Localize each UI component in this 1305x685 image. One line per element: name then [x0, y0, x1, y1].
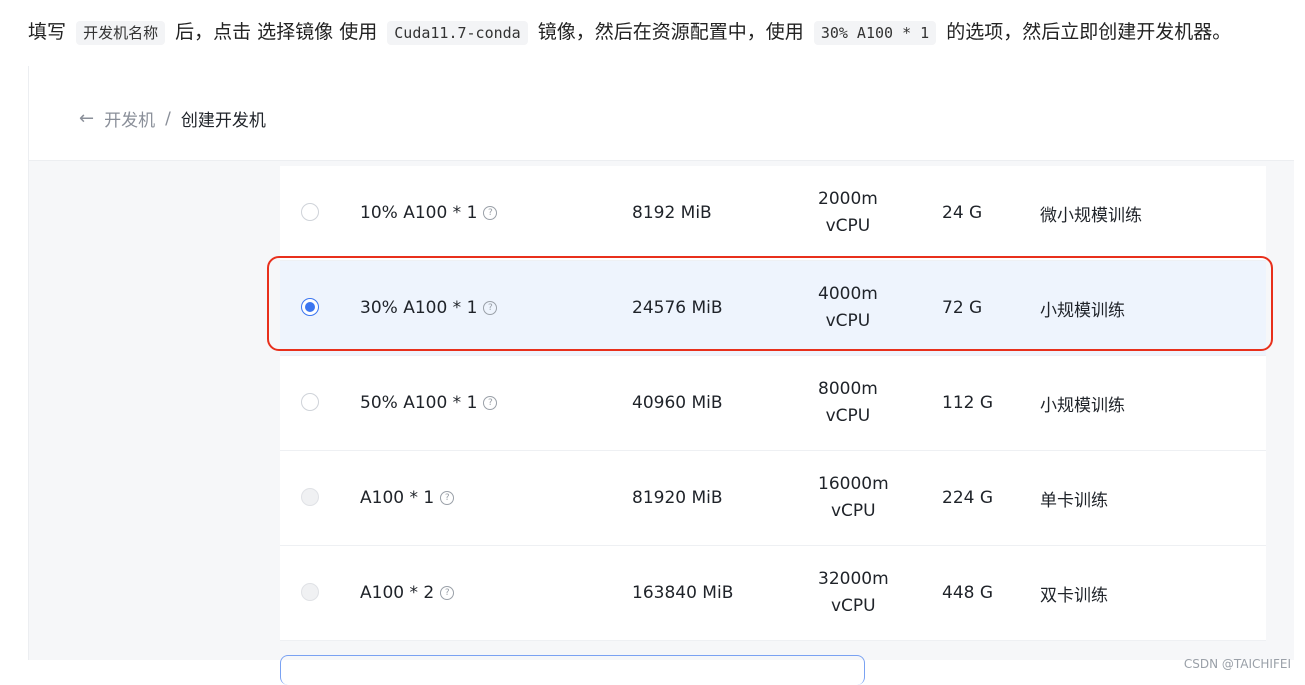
instruction-part-4: 的选项，然后立即创建开发机器。 [946, 21, 1232, 43]
spec-memory: 163840 MiB [632, 583, 734, 603]
next-field-edge[interactable] [280, 655, 865, 685]
help-icon[interactable]: ? [440, 491, 455, 505]
spec-name-cell: 10% A100 * 1 ? [360, 166, 498, 260]
watermark: CSDN @TAICHIFEI [1183, 657, 1291, 671]
spec-radio-disabled [301, 583, 319, 601]
spec-row[interactable]: 50% A100 * 1 ? 40960 MiB 8000m vCPU 112 … [280, 356, 1266, 451]
spec-cpu-value: 16000m [818, 474, 889, 494]
spec-disk: 112 G [942, 393, 994, 413]
help-icon[interactable]: ? [483, 396, 498, 410]
instruction-part-1: 填写 [28, 21, 67, 43]
spec-name-cell: 50% A100 * 1 ? [360, 356, 498, 450]
breadcrumb-parent-link[interactable]: 开发机 [104, 106, 155, 131]
instruction-text: 填写 开发机名称 后，点击 选择镜像 使用 Cuda11.7-conda 镜像，… [28, 14, 1298, 51]
spec-usage: 单卡训练 [1040, 490, 1108, 511]
spec-name: A100 * 1 [360, 488, 435, 508]
spec-cpu-value: 32000m [818, 569, 889, 589]
spec-disk: 24 G [942, 203, 983, 223]
spec-name: A100 * 2 [360, 583, 435, 603]
spec-cpu-unit: vCPU [825, 216, 871, 236]
instruction-code-devmachine-name: 开发机名称 [76, 21, 166, 45]
spec-radio-disabled [301, 488, 319, 506]
spec-cpu-cell: 8000m vCPU [818, 356, 878, 450]
breadcrumb-current: 创建开发机 [180, 111, 266, 131]
spec-disk: 224 G [942, 488, 994, 508]
instruction-code-resource: 30% A100 * 1 [813, 21, 937, 45]
spec-row-disabled: A100 * 2 ? 163840 MiB 32000m vCPU 448 G … [280, 546, 1266, 641]
breadcrumb: ← 开发机 / 创建开发机 [79, 106, 266, 131]
spec-cpu-unit: vCPU [831, 596, 876, 616]
instruction-part-2: 后，点击 选择镜像 使用 [175, 21, 378, 43]
spec-cpu-unit: vCPU [831, 501, 876, 521]
annotation-highlight-box [267, 256, 1273, 351]
help-icon[interactable]: ? [440, 586, 455, 600]
spec-usage: 小规模训练 [1040, 395, 1125, 416]
spec-cpu-value: 2000m [818, 189, 878, 209]
spec-cpu-cell: 16000m vCPU [818, 451, 889, 545]
spec-cpu-value: 8000m [818, 379, 878, 399]
resource-spec-table: 10% A100 * 1 ? 8192 MiB 2000m vCPU 24 G … [280, 166, 1266, 641]
spec-cpu-cell: 2000m vCPU [818, 166, 878, 260]
spec-name-cell: A100 * 2 ? [360, 546, 455, 640]
spec-disk: 448 G [942, 583, 994, 603]
spec-usage: 微小规模训练 [1040, 205, 1142, 226]
spec-cpu-cell: 32000m vCPU [818, 546, 889, 640]
spec-cpu-unit: vCPU [825, 406, 871, 426]
spec-radio[interactable] [301, 393, 319, 411]
back-arrow-icon[interactable]: ← [79, 108, 94, 129]
spec-memory: 40960 MiB [632, 393, 723, 413]
spec-name: 50% A100 * 1 [360, 393, 478, 413]
breadcrumb-separator: / [165, 108, 171, 129]
spec-memory: 8192 MiB [632, 203, 712, 223]
help-icon[interactable]: ? [483, 206, 498, 220]
instruction-code-image: Cuda11.7-conda [387, 21, 528, 45]
instruction-part-3: 镜像，然后在资源配置中，使用 [537, 21, 804, 43]
page-header: ← 开发机 / 创建开发机 [29, 66, 1294, 161]
spec-row[interactable]: 10% A100 * 1 ? 8192 MiB 2000m vCPU 24 G … [280, 166, 1266, 261]
spec-usage: 双卡训练 [1040, 585, 1108, 606]
spec-name: 10% A100 * 1 [360, 203, 478, 223]
spec-radio[interactable] [301, 203, 319, 221]
spec-row-disabled: A100 * 1 ? 81920 MiB 16000m vCPU 224 G 单… [280, 451, 1266, 546]
spec-memory: 81920 MiB [632, 488, 723, 508]
spec-name-cell: A100 * 1 ? [360, 451, 455, 545]
